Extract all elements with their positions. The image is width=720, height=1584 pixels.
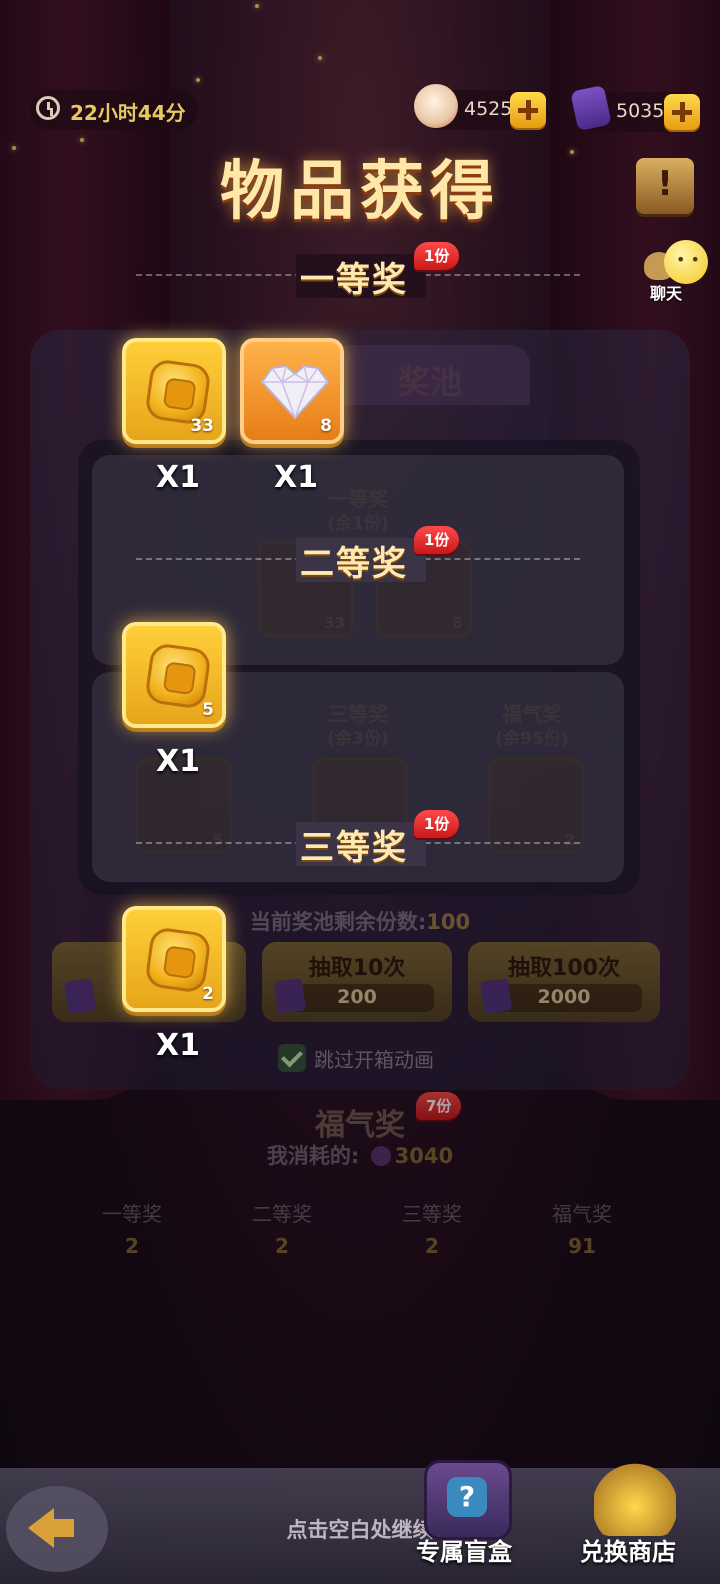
question-mark-icon: ? [447,1477,487,1517]
add-currency-b-button[interactable] [664,94,700,130]
prize-item-card[interactable]: 33 [122,338,226,444]
item-multiplier: X1 [156,460,201,495]
event-timer: 22小时44分 [30,90,198,130]
currency-a-value: 4525 [464,98,513,120]
diamond-heart-icon [260,364,330,420]
currency-a: 4525 [414,84,548,130]
timer-text: 22小时44分 [70,101,186,125]
prize-count-badge: 1份 [414,242,460,270]
item-quantity: 8 [320,416,332,436]
item-quantity: 5 [202,700,214,720]
prize-title: 三等奖 [300,828,408,868]
item-quantity: 2 [202,984,214,1004]
shop-icon[interactable] [594,1462,676,1536]
chat-button[interactable]: • • 聊天 [642,236,710,303]
blindbox-icon[interactable]: ? [424,1460,512,1540]
clock-icon [36,96,60,120]
prize-count-badge: 1份 [414,526,460,554]
modal-overlay[interactable] [0,0,720,1584]
item-multiplier: X1 [156,1028,201,1063]
prize-count-badge: 1份 [414,810,460,838]
page-title: 物品获得 [220,155,500,229]
item-multiplier: X1 [274,460,319,495]
currency-b: 5035 [570,84,702,132]
item-quantity: 33 [190,416,214,436]
item-multiplier: X1 [156,744,201,779]
chicken-currency-icon [414,84,458,128]
notice-icon: ! [657,164,673,204]
prize-item-card[interactable]: 5 [122,622,226,728]
chat-label: 聊天 [650,284,683,303]
notice-board-button[interactable]: ! [636,158,694,214]
tab-blindbox-label[interactable]: 专属盲盒 [416,1532,512,1567]
prize-item-card[interactable]: 2 [122,906,226,1012]
tab-shop-label[interactable]: 兑换商店 [580,1532,676,1567]
prize-title: 二等奖 [300,544,408,584]
prize-item-card[interactable]: 8 [240,338,344,444]
ticket-currency-icon [570,84,612,132]
add-currency-a-button[interactable] [510,92,546,128]
prize-title: 一等奖 [300,260,408,300]
currency-b-value: 5035 [616,100,665,122]
smiley-face: • • [676,250,700,269]
